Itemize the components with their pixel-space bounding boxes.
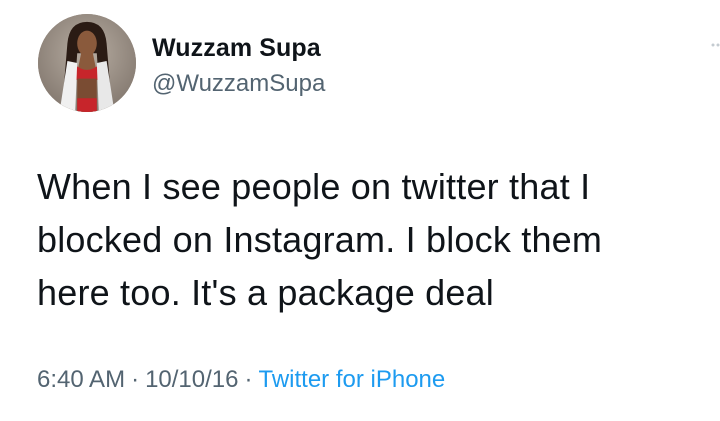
avatar[interactable] (38, 14, 136, 112)
more-options-icon[interactable] (710, 40, 720, 47)
profile-photo-icon (38, 14, 136, 112)
meta-separator: · (131, 366, 140, 393)
tweet-date[interactable]: 10/10/16 (145, 366, 238, 393)
tweet-card: Wuzzam Supa @WuzzamSupa When I see peopl… (0, 0, 720, 421)
tweet-source-link[interactable]: Twitter for iPhone (258, 366, 445, 393)
tweet-meta: 6:40 AM · 10/10/16 · Twitter for iPhone (37, 366, 445, 394)
tweet-text-line: blocked on Instagram. I block them (37, 219, 603, 260)
author-display-name[interactable]: Wuzzam Supa (152, 34, 321, 63)
tweet-text: When I see people on twitter that I bloc… (37, 160, 707, 319)
tweet-text-line: When I see people on twitter that I (37, 166, 591, 207)
meta-separator: · (244, 366, 253, 393)
tweet-text-line: here too. It's a package deal (37, 272, 494, 313)
tweet-time[interactable]: 6:40 AM (37, 366, 125, 393)
author-handle[interactable]: @WuzzamSupa (152, 70, 325, 98)
